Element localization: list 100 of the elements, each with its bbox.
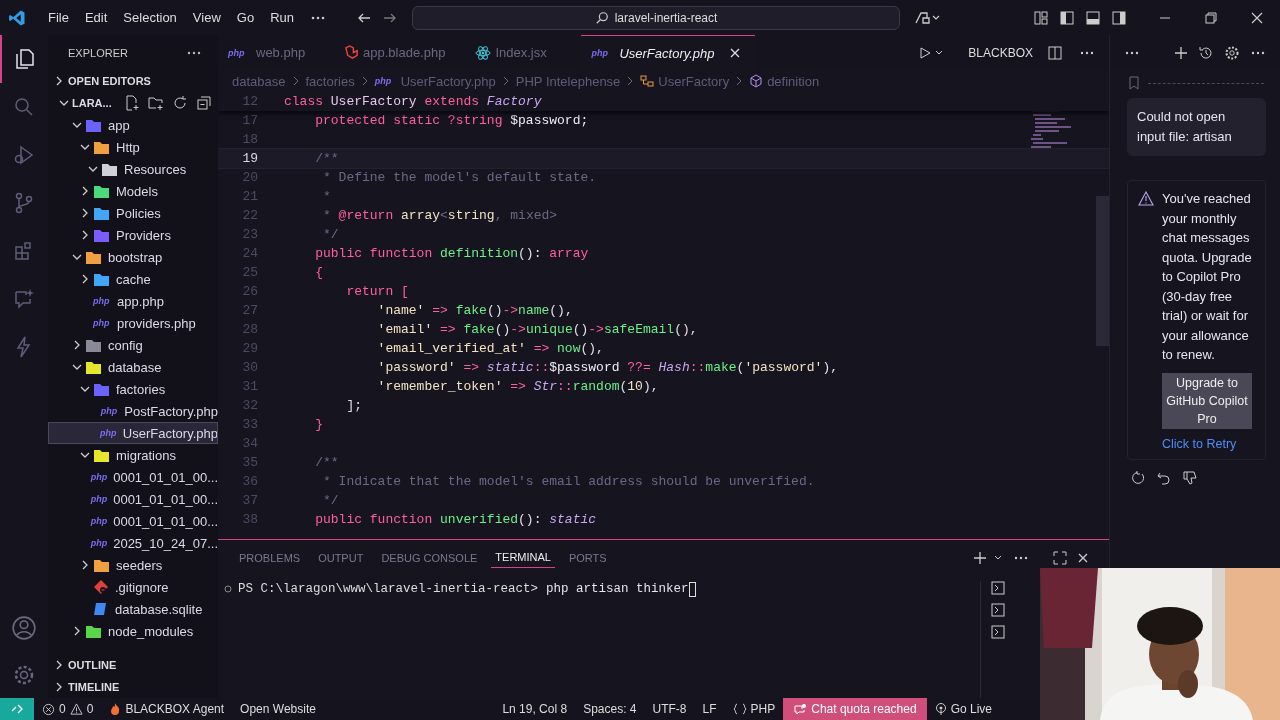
tree-item[interactable]: php UserFactory.php [48, 422, 218, 444]
tree-item[interactable]: database [48, 356, 218, 378]
panel-tab[interactable]: OUTPUT [314, 547, 368, 568]
code-line: class UserFactory extends Factory [283, 93, 542, 111]
tree-item-label: providers.php [117, 315, 196, 331]
terminal-icon[interactable] [991, 581, 1005, 595]
sidebar-section[interactable]: TIMELINE [48, 676, 218, 698]
code-line: /** [314, 454, 339, 472]
tree-item[interactable]: app [48, 114, 218, 136]
menu-item[interactable]: Edit [76, 10, 116, 25]
sidebar-toggle-icon[interactable] [1059, 9, 1075, 26]
new-folder-icon[interactable] [147, 95, 164, 111]
tree-item[interactable]: php providers.php [48, 312, 218, 334]
chevron-icon [735, 76, 744, 86]
code-line: */ [322, 492, 339, 510]
close-panel-icon[interactable] [1077, 551, 1089, 564]
tree-item[interactable]: Policies [48, 202, 218, 224]
editor-tab[interactable]: php web.php [218, 35, 328, 70]
thumbs-down-icon[interactable] [1182, 469, 1198, 486]
tree-item[interactable]: Http [48, 136, 218, 158]
status-item[interactable]: LF [694, 698, 725, 720]
panel-tab[interactable]: TERMINAL [491, 547, 555, 568]
chevron-icon [360, 76, 369, 86]
tree-item[interactable]: php PostFactory.php [48, 400, 218, 422]
tree-item-label: 2025_10_24_07... [113, 535, 218, 551]
terminal-icon[interactable] [991, 603, 1005, 617]
tree-item[interactable]: seeders [48, 554, 218, 576]
retry-link[interactable]: Click to Retry [1162, 436, 1237, 451]
tree-item[interactable]: Resources [48, 158, 218, 180]
panel-tab[interactable]: DEBUG CONSOLE [377, 547, 482, 568]
menu-item[interactable]: View [184, 10, 229, 25]
code-line: 'remember_token' => Str::random(10), [376, 378, 659, 396]
command-center-search[interactable]: laravel-inertia-react [412, 5, 900, 30]
close-tab-icon[interactable] [728, 47, 741, 59]
flame-icon [109, 702, 122, 716]
status-item[interactable]: Chat quota reached [783, 698, 927, 720]
scrollbar[interactable] [1096, 196, 1109, 346]
tree-item[interactable]: php 2025_10_24_07... [48, 532, 218, 554]
code-line: * @return array<string, mixed> [322, 207, 558, 225]
terminal-icon[interactable] [991, 625, 1005, 639]
status-item[interactable]: PHP [724, 698, 784, 720]
sidebar-title: EXPLORER [68, 46, 128, 59]
blackbox-label[interactable]: BLACKBOX [968, 45, 1033, 60]
sidebar-section[interactable]: OUTLINE [48, 654, 218, 676]
bookmark-icon[interactable] [1128, 76, 1140, 90]
panel-tab[interactable]: PROBLEMS [235, 547, 305, 568]
new-file-icon[interactable] [123, 95, 140, 111]
tree-item-label: Http [116, 139, 140, 155]
tree-item[interactable]: database.sqlite [48, 598, 218, 620]
refresh-icon[interactable] [171, 95, 188, 111]
tree-item-label: cache [116, 271, 151, 287]
copilot-icon[interactable] [914, 9, 940, 26]
run-icon[interactable] [918, 45, 933, 60]
tree-item[interactable]: LARA... [48, 92, 218, 114]
menu-item[interactable]: Run [262, 10, 302, 25]
add-terminal-icon[interactable] [973, 550, 987, 565]
collapse-all-icon[interactable] [195, 95, 212, 111]
settings-icon[interactable] [1224, 44, 1240, 61]
history-icon[interactable] [1198, 44, 1214, 61]
tree-item[interactable]: php 0001_01_01_00... [48, 488, 218, 510]
tree-item[interactable]: cache [48, 268, 218, 290]
menu-item[interactable]: Selection [115, 10, 185, 25]
tree-item-label: Resources [124, 161, 187, 177]
open-editors-section[interactable]: OPEN EDITORS [48, 70, 218, 92]
problems-status[interactable]: 0 0 [34, 698, 102, 720]
menu-item[interactable]: File [40, 10, 77, 25]
tree-item[interactable]: bootstrap [48, 246, 218, 268]
menu-item[interactable]: Go [228, 10, 263, 25]
tree-item[interactable]: php 0001_01_01_00... [48, 510, 218, 532]
account-icon[interactable] [11, 615, 37, 641]
upgrade-button[interactable]: Upgrade to GitHub Copilot Pro [1162, 372, 1252, 429]
status-item[interactable]: Spaces: 4 [575, 698, 645, 720]
tree-item[interactable]: node_modules [48, 620, 218, 642]
tree-item[interactable]: Models [48, 180, 218, 202]
file-type-label: php [374, 76, 393, 86]
status-item[interactable]: Ln 19, Col 8 [494, 698, 576, 720]
maximize-panel-icon[interactable] [1053, 550, 1067, 565]
restore-icon[interactable] [1203, 9, 1219, 26]
tree-item-label: node_modules [108, 623, 194, 639]
status-item[interactable]: Go Live [926, 698, 1000, 720]
tree-item[interactable]: migrations [48, 444, 218, 466]
layout-icon[interactable] [1033, 9, 1049, 26]
tree-item[interactable]: .gitignore [48, 576, 218, 598]
tree-item[interactable]: Providers [48, 224, 218, 246]
tree-item[interactable]: php 0001_01_01_00... [48, 466, 218, 488]
tree-item[interactable]: config [48, 334, 218, 356]
split-editor-icon[interactable] [1047, 44, 1063, 61]
panel-toggle-icon[interactable] [1085, 9, 1101, 26]
tree-item-label: bootstrap [108, 249, 163, 265]
secondary-sidebar-icon[interactable] [1111, 9, 1127, 26]
panel-tab[interactable]: PORTS [564, 547, 611, 568]
status-item[interactable]: UTF-8 [644, 698, 695, 720]
tree-item[interactable]: php app.php [48, 290, 218, 312]
retry-icon[interactable] [1130, 469, 1146, 486]
editor-tab[interactable]: app.blade.php [334, 35, 460, 70]
line-number: 24 [241, 245, 258, 263]
status-item[interactable]: Open Website [232, 698, 324, 720]
add-icon[interactable] [1174, 45, 1188, 60]
tree-item[interactable]: factories [48, 378, 218, 400]
status-item[interactable]: BLACKBOX Agent [101, 698, 233, 720]
